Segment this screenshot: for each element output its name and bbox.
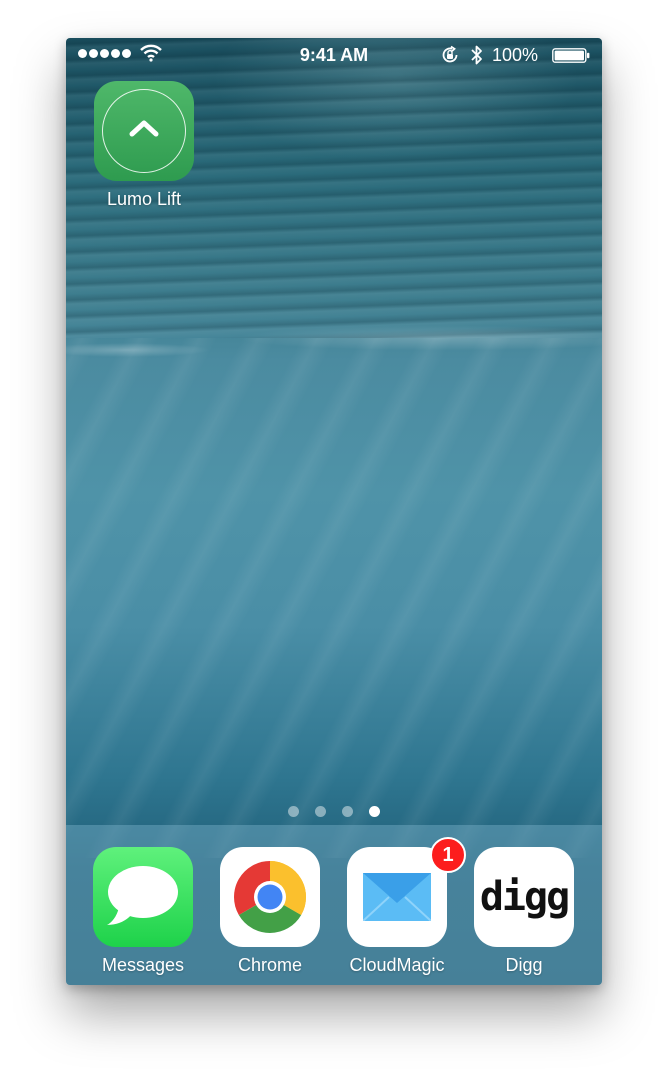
app-label: Lumo Lift xyxy=(106,189,182,209)
wallpaper-surface xyxy=(66,308,602,368)
battery-percentage: 100% xyxy=(492,45,539,65)
wallpaper-light-rays xyxy=(66,338,602,858)
status-bar: 9:41 AM 100% xyxy=(66,38,602,72)
page-dot xyxy=(315,806,326,817)
phone-screen: 9:41 AM 100% Lumo Lift Messages Chrome 1… xyxy=(66,38,602,985)
app-lumo-lift[interactable]: Lumo Lift xyxy=(89,81,199,210)
dock-app-messages[interactable]: Messages xyxy=(88,847,198,976)
digg-logo-text: digg xyxy=(479,874,570,920)
notification-badge: 1 xyxy=(430,837,466,873)
rotation-lock-icon xyxy=(442,45,458,63)
page-dot xyxy=(288,806,299,817)
dock: Messages Chrome 1 CloudMagic digg Digg xyxy=(66,825,602,985)
page-dot-current xyxy=(369,806,380,817)
dock-app-digg[interactable]: digg Digg xyxy=(469,847,579,976)
app-label: CloudMagic xyxy=(349,955,445,975)
bluetooth-icon xyxy=(471,45,482,65)
dock-app-chrome[interactable]: Chrome xyxy=(215,847,325,976)
dock-app-cloudmagic[interactable]: 1 CloudMagic xyxy=(342,837,466,976)
chrome-logo-icon xyxy=(220,847,320,947)
digg-logo-icon: digg xyxy=(474,847,574,947)
page-dot xyxy=(342,806,353,817)
app-label: Messages xyxy=(101,955,185,975)
battery-icon xyxy=(552,48,590,63)
speech-bubble-icon xyxy=(93,847,193,947)
app-label: Chrome xyxy=(237,955,303,975)
lumo-lift-chevron-icon xyxy=(94,81,194,181)
app-label: Digg xyxy=(505,955,543,975)
page-indicator[interactable] xyxy=(66,806,602,817)
